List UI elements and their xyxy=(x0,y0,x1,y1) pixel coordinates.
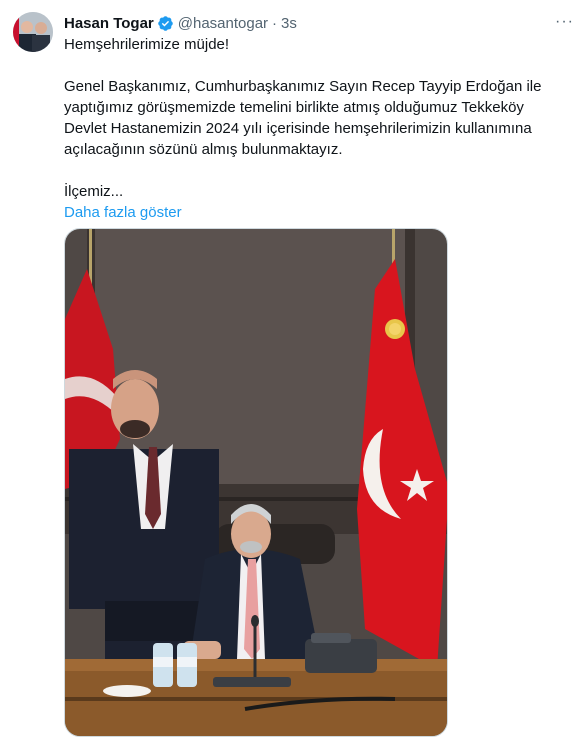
tweet-header: Hasan Togar @hasantogar · 3s xyxy=(64,13,297,33)
tweet-photo[interactable] xyxy=(64,228,448,737)
author-avatar[interactable] xyxy=(13,12,53,52)
verified-badge-icon xyxy=(157,15,173,31)
tweet-timestamp[interactable]: 3s xyxy=(281,15,297,32)
tweet-line: İlçemiz... xyxy=(64,183,124,200)
tweet-text: Hemşehrilerimize müjde! Genel Başkanımız… xyxy=(64,34,564,223)
tweet-line: Genel Başkanımız, Cumhurbaşkanımız Sayın… xyxy=(64,78,542,95)
author-handle[interactable]: @hasantogar xyxy=(178,15,268,32)
show-more-link[interactable]: Daha fazla göster xyxy=(64,202,564,223)
author-name[interactable]: Hasan Togar xyxy=(64,15,154,32)
tweet-line: Devlet Hastanemizin 2024 yılı içerisinde… xyxy=(64,120,532,137)
photo-scene xyxy=(65,229,447,736)
tweet-line: yaptığımız görüşmemizde temelini birlikt… xyxy=(64,99,524,116)
tweet-line: Hemşehrilerimize müjde! xyxy=(64,36,230,53)
separator-dot: · xyxy=(272,14,278,32)
more-options-icon[interactable]: ··· xyxy=(555,12,575,32)
tweet-line: açılacağının sözünü almış bulunmaktayız. xyxy=(64,141,343,158)
